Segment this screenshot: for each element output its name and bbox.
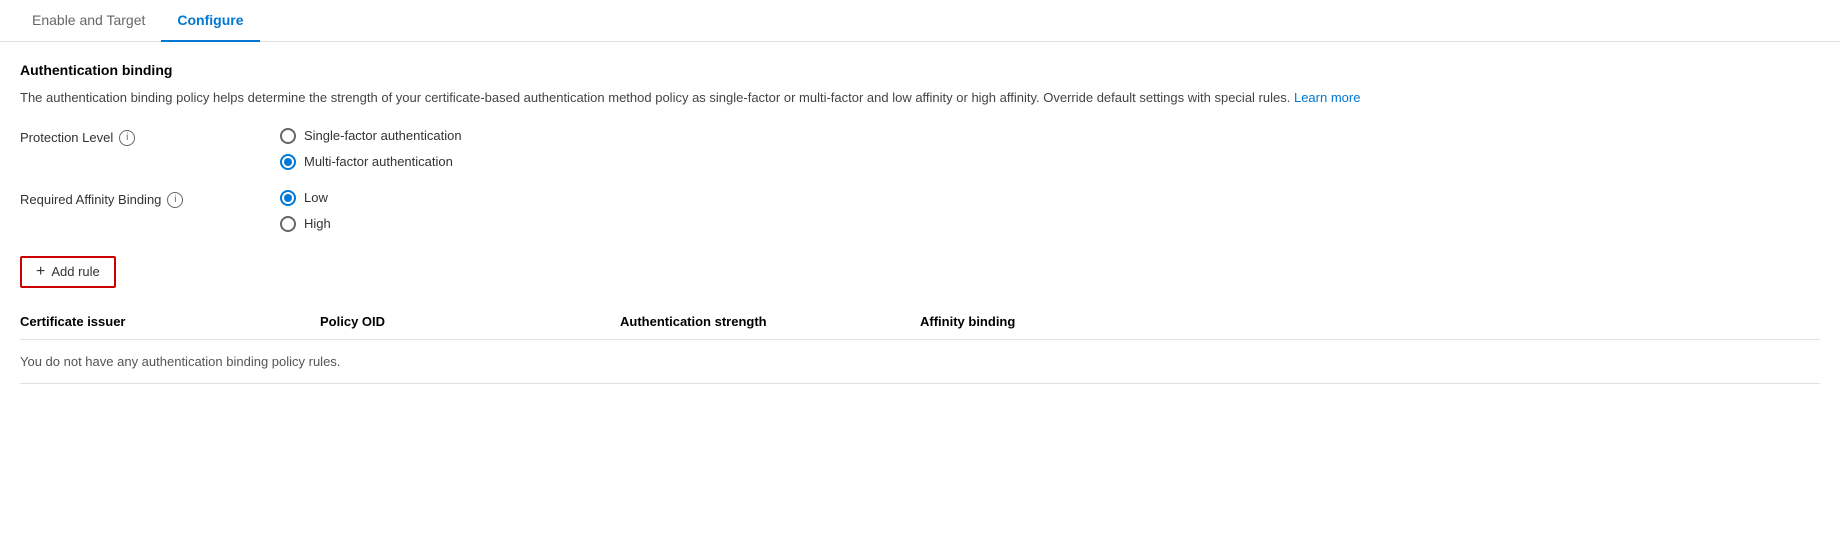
tab-enable-target[interactable]: Enable and Target	[16, 0, 161, 42]
plus-icon: +	[36, 264, 45, 280]
multi-factor-radio[interactable]	[280, 154, 296, 170]
low-affinity-label: Low	[304, 190, 328, 205]
affinity-binding-row: Required Affinity Binding i Low High	[20, 190, 1820, 232]
main-content: Authentication binding The authenticatio…	[0, 42, 1840, 404]
table-header: Certificate issuer Policy OID Authentica…	[20, 304, 1820, 340]
tab-configure[interactable]: Configure	[161, 0, 259, 42]
protection-level-info-icon[interactable]: i	[119, 130, 135, 146]
multi-factor-option[interactable]: Multi-factor authentication	[280, 154, 462, 170]
low-affinity-option[interactable]: Low	[280, 190, 331, 206]
high-affinity-option[interactable]: High	[280, 216, 331, 232]
protection-level-label: Protection Level i	[20, 128, 280, 146]
col-affinity-binding: Affinity binding	[920, 314, 1220, 329]
add-rule-label: Add rule	[51, 264, 99, 279]
add-rule-button[interactable]: + Add rule	[20, 256, 116, 288]
empty-table-message: You do not have any authentication bindi…	[20, 340, 1820, 384]
protection-level-row: Protection Level i Single-factor authent…	[20, 128, 1820, 170]
affinity-binding-label: Required Affinity Binding i	[20, 190, 280, 208]
section-title: Authentication binding	[20, 62, 1820, 78]
single-factor-label: Single-factor authentication	[304, 128, 462, 143]
multi-factor-label: Multi-factor authentication	[304, 154, 453, 169]
form-section: Protection Level i Single-factor authent…	[20, 128, 1820, 232]
tabs-container: Enable and Target Configure	[0, 0, 1840, 42]
high-affinity-radio[interactable]	[280, 216, 296, 232]
high-affinity-label: High	[304, 216, 331, 231]
col-authentication-strength: Authentication strength	[620, 314, 920, 329]
description-text: The authentication binding policy helps …	[20, 90, 1290, 105]
protection-level-radio-group: Single-factor authentication Multi-facto…	[280, 128, 462, 170]
col-policy-oid: Policy OID	[320, 314, 620, 329]
single-factor-radio[interactable]	[280, 128, 296, 144]
learn-more-link[interactable]: Learn more	[1294, 90, 1360, 105]
single-factor-option[interactable]: Single-factor authentication	[280, 128, 462, 144]
col-certificate-issuer: Certificate issuer	[20, 314, 320, 329]
col-spacer	[1220, 314, 1820, 329]
section-description: The authentication binding policy helps …	[20, 88, 1720, 108]
affinity-binding-radio-group: Low High	[280, 190, 331, 232]
affinity-binding-info-icon[interactable]: i	[167, 192, 183, 208]
low-affinity-radio[interactable]	[280, 190, 296, 206]
